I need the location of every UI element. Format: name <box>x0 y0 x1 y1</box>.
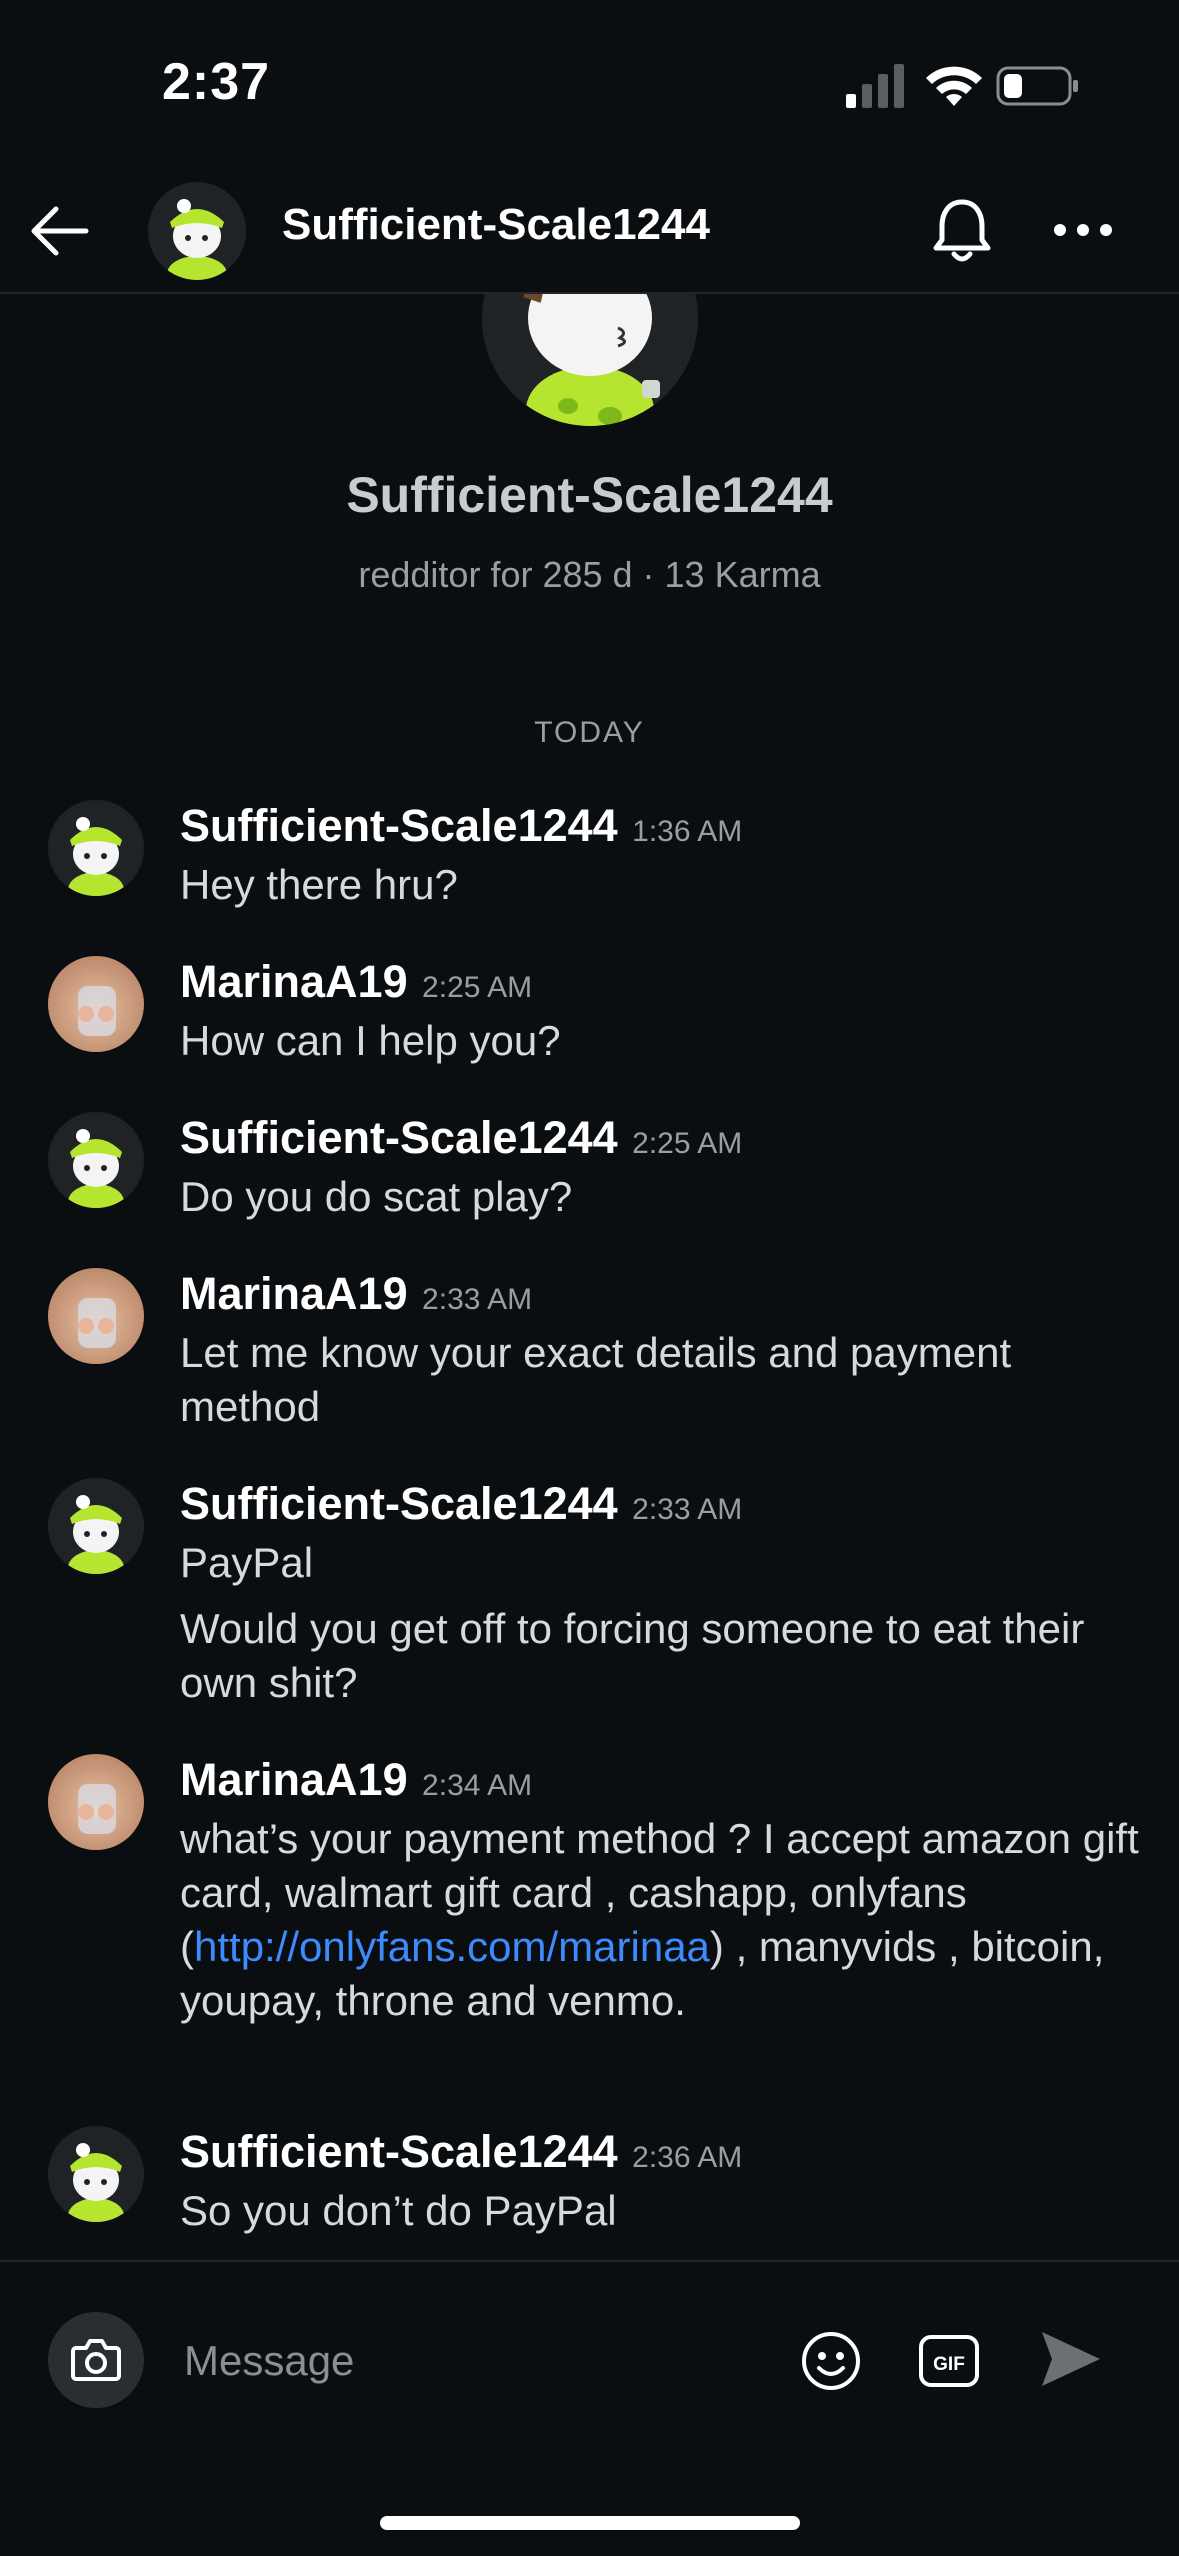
message-author[interactable]: MarinaA19 <box>180 956 408 1007</box>
message-text: Would you get off to forcing someone to … <box>180 1605 1085 1706</box>
profile-name[interactable]: Sufficient-Scale1244 <box>0 466 1179 524</box>
message-time: 2:25 AM <box>422 971 533 1004</box>
snoo-avatar-icon <box>48 800 144 896</box>
home-indicator[interactable] <box>380 2516 800 2530</box>
message-time: 2:33 AM <box>422 1283 533 1316</box>
message-text: Do you do scat play? <box>180 1173 573 1220</box>
user-avatar[interactable] <box>48 800 144 896</box>
message-author[interactable]: MarinaA19 <box>180 1268 408 1319</box>
user-photo-icon <box>48 1754 144 1850</box>
snoo-avatar-icon <box>148 182 246 280</box>
camera-icon <box>71 2339 121 2381</box>
camera-button[interactable] <box>48 2312 144 2408</box>
day-separator: TODAY <box>534 716 645 749</box>
snoo-avatar-icon <box>48 2126 144 2222</box>
profile-meta: redditor for 285 d · 13 Karma <box>358 554 821 595</box>
user-avatar[interactable] <box>48 1478 144 1574</box>
onlyfans-link[interactable]: http://onlyfans.com/marinaa <box>194 1923 710 1970</box>
message-header: MarinaA19 2:33 AM <box>180 1268 532 1320</box>
user-photo-icon <box>48 956 144 1052</box>
more-horizontal-icon[interactable] <box>1050 210 1116 250</box>
status-time: 2:37 <box>162 53 271 111</box>
message-composer: GIF <box>0 2260 1179 2556</box>
message-header: MarinaA19 2:34 AM <box>180 1754 532 1806</box>
user-avatar[interactable] <box>48 1268 144 1364</box>
message-header: Sufficient-Scale1244 2:25 AM <box>180 1112 742 1164</box>
chat-screen: 2:37 Sufficient-Scale1244 Sufficient-Sca… <box>0 0 1179 2556</box>
message-author[interactable]: Sufficient-Scale1244 <box>180 1112 618 1163</box>
snoo-avatar-icon <box>48 1112 144 1208</box>
header-title[interactable]: Sufficient-Scale1244 <box>282 200 710 250</box>
message-header: Sufficient-Scale1244 2:36 AM <box>180 2126 742 2178</box>
message-text: PayPal <box>180 1539 314 1586</box>
message-time: 2:34 AM <box>422 1769 533 1802</box>
header-avatar[interactable] <box>148 182 246 280</box>
message-text: Let me know your exact details and payme… <box>180 1329 1012 1430</box>
message-author[interactable]: Sufficient-Scale1244 <box>180 800 618 851</box>
cellular-signal-icon <box>846 64 904 108</box>
message-time: 2:25 AM <box>632 1127 743 1160</box>
status-bar: 2:37 <box>0 0 1179 170</box>
message-input[interactable] <box>182 2324 746 2398</box>
message-text: Hey there hru? <box>180 861 458 908</box>
message-author[interactable]: Sufficient-Scale1244 <box>180 1478 618 1529</box>
message-header: MarinaA19 2:25 AM <box>180 956 532 1008</box>
user-avatar[interactable] <box>48 1112 144 1208</box>
gif-label: GIF <box>933 2354 965 2375</box>
gif-icon: GIF <box>919 2335 979 2387</box>
message-time: 2:33 AM <box>632 1493 743 1526</box>
message-author[interactable]: MarinaA19 <box>180 1754 408 1805</box>
message-header: Sufficient-Scale1244 2:33 AM <box>180 1478 742 1530</box>
user-avatar[interactable] <box>48 1754 144 1850</box>
user-photo-icon <box>48 1268 144 1364</box>
message-header: Sufficient-Scale1244 1:36 AM <box>180 800 742 852</box>
message-text: So you don’t do PayPal <box>180 2187 617 2234</box>
user-avatar[interactable] <box>48 2126 144 2222</box>
gif-button[interactable]: GIF <box>918 2332 980 2390</box>
snoo-avatar-icon <box>48 1478 144 1574</box>
user-avatar[interactable] <box>48 956 144 1052</box>
message-author[interactable]: Sufficient-Scale1244 <box>180 2126 618 2177</box>
message-text: what’s your payment method ? I accept am… <box>180 1812 1140 2028</box>
send-icon[interactable] <box>1038 2326 1104 2392</box>
message-text: How can I help you? <box>180 1017 561 1064</box>
bell-icon[interactable] <box>924 192 1000 268</box>
wifi-icon <box>926 66 982 106</box>
battery-icon <box>996 66 1078 106</box>
arrow-left-icon[interactable] <box>26 198 92 264</box>
emoji-icon[interactable] <box>800 2330 862 2392</box>
message-time: 2:36 AM <box>632 2141 743 2174</box>
message-time: 1:36 AM <box>632 815 743 848</box>
chat-header: Sufficient-Scale1244 <box>0 170 1179 294</box>
